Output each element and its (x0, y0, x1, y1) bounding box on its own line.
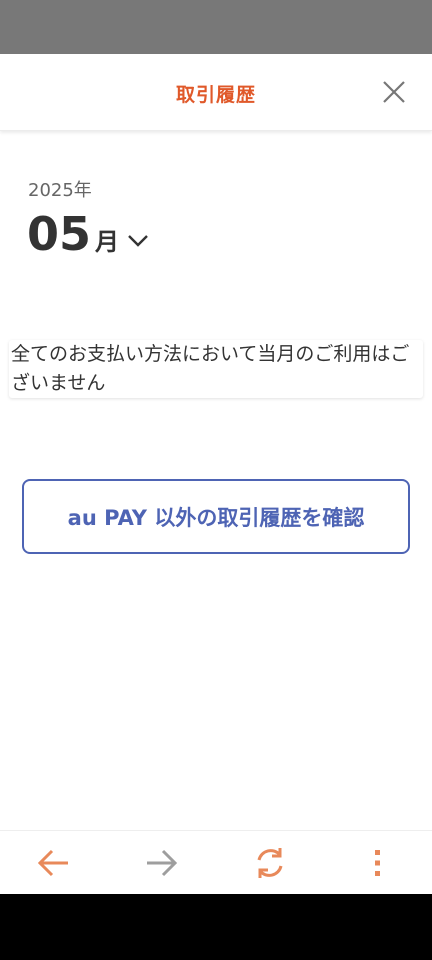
more-menu-button[interactable] (360, 845, 396, 881)
close-icon (383, 81, 405, 103)
forward-button[interactable] (143, 845, 179, 881)
month-number: 05 (27, 207, 92, 261)
forward-arrow-icon (147, 849, 178, 877)
refresh-button[interactable] (252, 845, 288, 881)
system-navigation-bar (0, 894, 432, 960)
browser-toolbar (0, 830, 432, 895)
more-vertical-icon (375, 850, 380, 876)
back-button[interactable] (36, 845, 72, 881)
refresh-icon (257, 848, 283, 878)
other-history-button[interactable]: au PAY 以外の取引履歴を確認 (22, 479, 410, 554)
back-arrow-icon (37, 849, 68, 877)
close-button[interactable] (378, 76, 410, 108)
header: 取引履歴 (0, 54, 432, 131)
chevron-down-icon (128, 235, 148, 247)
status-bar (0, 0, 432, 54)
year-label: 2025年 (28, 180, 92, 201)
month-unit: 月 (95, 228, 120, 256)
no-usage-notice: 全てのお支払い方法において当月のご利用はございません (9, 340, 423, 398)
month-selector[interactable]: 05 月 (27, 204, 149, 264)
page-title: 取引履歴 (175, 84, 256, 106)
